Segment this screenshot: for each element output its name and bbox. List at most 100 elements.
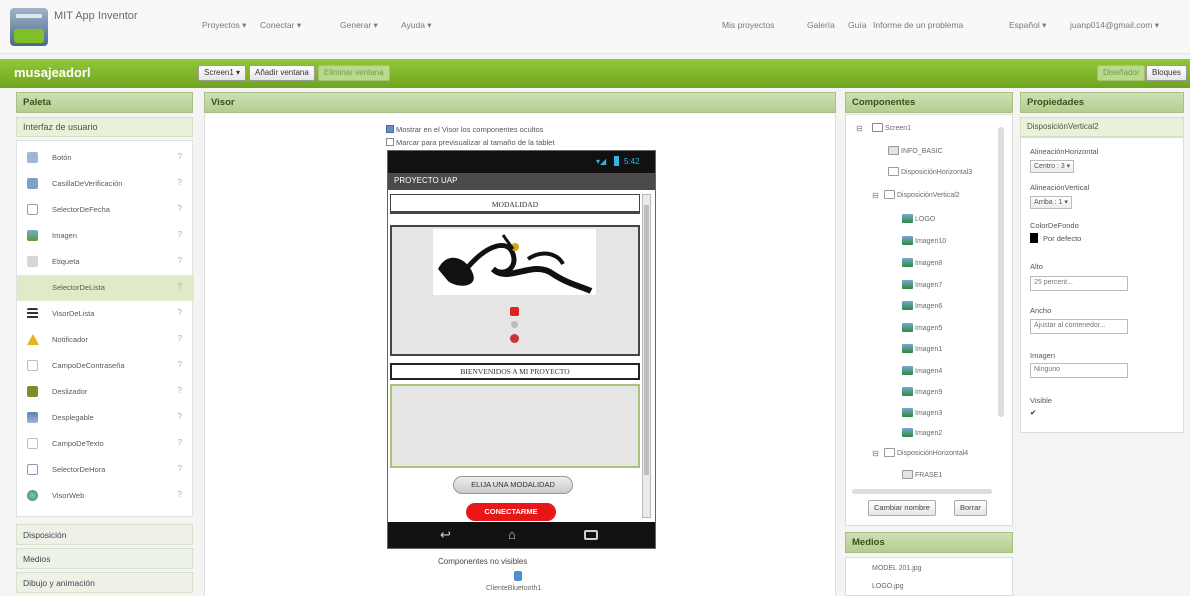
- visible-checkbox[interactable]: ✔: [1030, 408, 1036, 417]
- help-icon[interactable]: ?: [178, 438, 182, 447]
- help-icon[interactable]: ?: [178, 230, 182, 239]
- horizontal-arrangement[interactable]: [390, 384, 640, 468]
- help-icon[interactable]: ?: [178, 490, 182, 499]
- menu-ayuda[interactable]: Ayuda ▾: [401, 20, 432, 31]
- tree-node-info-basic[interactable]: INFO_BASIC: [888, 146, 943, 155]
- tree-node-imagen5[interactable]: Imagen5: [902, 323, 942, 332]
- palette-item-timepicker[interactable]: SelectorDeHora?: [17, 457, 194, 483]
- checkbox-unchecked-icon[interactable]: [386, 138, 394, 146]
- tree-node-screen1[interactable]: Screen1: [872, 123, 911, 132]
- app-inventor-logo[interactable]: [10, 8, 48, 46]
- menu-proyectos[interactable]: Proyectos ▾: [202, 20, 246, 31]
- nonvisible-item[interactable]: ClienteBluetooth1: [486, 585, 541, 592]
- menu-generar[interactable]: Generar ▾: [340, 20, 378, 31]
- help-icon[interactable]: ?: [178, 360, 182, 369]
- media-file[interactable]: MODEL 201.jpg: [872, 565, 922, 572]
- help-icon[interactable]: ?: [178, 152, 182, 161]
- link-informe[interactable]: Informe de un problema: [873, 20, 963, 30]
- palette-item-boton[interactable]: Botón?: [17, 145, 194, 171]
- image-icon[interactable]: [511, 321, 518, 328]
- bluetooth-icon[interactable]: [514, 571, 522, 581]
- remove-screen-button[interactable]: Eliminar ventana: [318, 65, 390, 81]
- tree-node-imagen9[interactable]: Imagen9: [902, 387, 942, 396]
- align-v-select[interactable]: Arriba : 1 ▾: [1030, 196, 1072, 209]
- bgcolor-value[interactable]: Por defecto: [1043, 234, 1081, 243]
- tablet-size-checkbox[interactable]: Marcar para previsualizar al tamaño de l…: [386, 138, 554, 147]
- help-icon[interactable]: ?: [178, 282, 182, 291]
- help-icon[interactable]: ?: [178, 178, 182, 187]
- back-icon[interactable]: ↩: [440, 527, 451, 543]
- palette-item-webviewer[interactable]: VisorWeb?: [17, 483, 194, 509]
- tree-node-frase1[interactable]: FRASE1: [902, 470, 942, 479]
- palette-item-listpicker[interactable]: SelectorDeLista?: [17, 275, 194, 301]
- link-galeria[interactable]: Galería: [807, 20, 835, 30]
- palette-item-checkbox[interactable]: CasillaDeVerificación?: [17, 171, 194, 197]
- modalidad-label-box[interactable]: MODALIDAD: [390, 194, 640, 214]
- bienvenidos-label-box[interactable]: BIENVENIDOS A MI PROYECTO: [390, 363, 640, 380]
- phone-scrollbar[interactable]: [642, 194, 651, 518]
- help-icon[interactable]: ?: [178, 412, 182, 421]
- collapse-icon[interactable]: ⊟: [856, 124, 863, 133]
- media-file[interactable]: LOGO.jpg: [872, 583, 904, 590]
- help-icon[interactable]: ?: [178, 256, 182, 265]
- palette-item-label[interactable]: Etiqueta?: [17, 249, 194, 275]
- tree-node-disp-horizontal4[interactable]: DisposiciónHorizontal4: [884, 448, 968, 457]
- collapse-icon[interactable]: ⊟: [872, 449, 879, 458]
- collapse-icon[interactable]: ⊟: [872, 191, 879, 200]
- tree-node-imagen10[interactable]: Imagen10: [902, 236, 946, 245]
- color-swatch-icon[interactable]: [1030, 233, 1038, 243]
- menu-language[interactable]: Español ▾: [1009, 20, 1046, 31]
- help-icon[interactable]: ?: [178, 204, 182, 213]
- logo-image[interactable]: [433, 229, 596, 295]
- palette-category-disposicion[interactable]: Disposición: [16, 524, 193, 545]
- palette-subheader[interactable]: Interfaz de usuario: [16, 117, 193, 137]
- tree-vertical-scrollbar[interactable]: [998, 127, 1004, 417]
- help-icon[interactable]: ?: [178, 308, 182, 317]
- width-input[interactable]: Ajustar al contenedor...: [1030, 319, 1128, 334]
- palette-category-dibujo[interactable]: Dibujo y animación: [16, 572, 193, 593]
- tree-node-logo[interactable]: LOGO: [902, 214, 935, 223]
- palette-item-password[interactable]: CampoDeContraseña?: [17, 353, 194, 379]
- tree-node-imagen1[interactable]: Imagen1: [902, 344, 942, 353]
- link-guia[interactable]: Guía: [848, 20, 866, 30]
- palette-item-notifier[interactable]: Notificador?: [17, 327, 194, 353]
- home-icon[interactable]: ⌂: [508, 527, 516, 542]
- height-input[interactable]: 25 percent...: [1030, 276, 1128, 291]
- tree-node-disp-vertical2[interactable]: DisposiciónVertical2: [884, 190, 960, 199]
- tree-node-imagen3[interactable]: Imagen3: [902, 408, 942, 417]
- help-icon[interactable]: ?: [178, 386, 182, 395]
- checkbox-checked-icon[interactable]: [386, 125, 394, 133]
- blocks-button[interactable]: Bloques: [1146, 65, 1187, 81]
- palette-item-slider[interactable]: Deslizador?: [17, 379, 194, 405]
- tree-node-imagen6[interactable]: Imagen6: [902, 301, 942, 310]
- link-mis-proyectos[interactable]: Mis proyectos: [722, 20, 774, 30]
- delete-button[interactable]: Borrar: [954, 500, 987, 516]
- palette-item-image[interactable]: Imagen?: [17, 223, 194, 249]
- tree-node-imagen4[interactable]: Imagen4: [902, 366, 942, 375]
- screen-select[interactable]: Screen1 ▾: [198, 65, 247, 81]
- tree-horizontal-scrollbar[interactable]: [852, 489, 992, 494]
- recent-apps-icon[interactable]: [584, 530, 598, 540]
- elija-modalidad-button[interactable]: ELIJA UNA MODALIDAD: [453, 476, 573, 494]
- add-screen-button[interactable]: Añadir ventana: [249, 65, 315, 81]
- palette-item-datepicker[interactable]: SelectorDeFecha?: [17, 197, 194, 223]
- image-input[interactable]: Ninguno: [1030, 363, 1128, 378]
- tree-node-imagen7[interactable]: Imagen7: [902, 280, 942, 289]
- align-h-select[interactable]: Centro : 3 ▾: [1030, 160, 1075, 173]
- designer-button[interactable]: Diseñador: [1097, 65, 1146, 81]
- palette-category-medios[interactable]: Medios: [16, 548, 193, 569]
- vertical-arrangement-images[interactable]: [390, 225, 640, 356]
- tree-node-imagen8[interactable]: Imagen8: [902, 258, 942, 267]
- tree-node-disp-horizontal3[interactable]: DisposiciónHorizontal3: [888, 167, 972, 176]
- palette-item-listview[interactable]: VisorDeLista?: [17, 301, 194, 327]
- image-icon[interactable]: [510, 307, 519, 316]
- palette-item-textbox[interactable]: CampoDeTexto?: [17, 431, 194, 457]
- image-icon[interactable]: [510, 334, 519, 343]
- palette-item-spinner[interactable]: Desplegable?: [17, 405, 194, 431]
- rename-button[interactable]: Cambiar nombre: [868, 500, 936, 516]
- show-hidden-checkbox[interactable]: Mostrar en el Visor los componentes ocul…: [386, 125, 543, 134]
- help-icon[interactable]: ?: [178, 334, 182, 343]
- menu-account[interactable]: juanp014@gmail.com ▾: [1070, 20, 1159, 31]
- tree-node-imagen2[interactable]: Imagen2: [902, 428, 942, 437]
- help-icon[interactable]: ?: [178, 464, 182, 473]
